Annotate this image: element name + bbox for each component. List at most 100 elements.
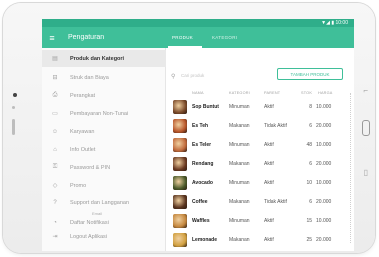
settings-sidebar: ▤ Produk dan Kategori ⊟ Struk dan Biaya …: [42, 48, 166, 251]
lock-icon: ⚿: [52, 164, 58, 170]
product-thumbnail: [173, 100, 187, 114]
product-category: Minuman: [229, 180, 250, 186]
tab-kategori[interactable]: KATEGORI: [212, 35, 237, 40]
app-screen: ▼◢ ▮ 10:00 ≡ Pengaturan PRODUK KATEGORI …: [42, 19, 354, 251]
product-name: Es Teler: [192, 142, 212, 148]
sidebar-item-pembayaran[interactable]: ▭ Pembayaran Non-Tunai: [42, 106, 166, 121]
table-row[interactable]: Es Teler Minuman Aktif 48 10.000: [167, 136, 354, 155]
product-stock: 48: [306, 142, 312, 148]
product-parent-status: Aktif: [264, 237, 274, 243]
product-thumbnail: [173, 176, 187, 190]
back-icon[interactable]: ▯: [364, 169, 368, 177]
product-parent-status: Aktif: [264, 142, 274, 148]
product-price: 20.000: [316, 123, 332, 129]
product-price: 10.000: [316, 142, 332, 148]
product-parent-status: Aktif: [264, 104, 274, 110]
home-button[interactable]: [362, 120, 370, 136]
sidebar-item-promo[interactable]: ◇ Promo: [42, 178, 166, 193]
product-category: Makanan: [229, 237, 250, 243]
product-parent-status: Aktif: [264, 218, 274, 224]
search-icon: ⚲: [171, 74, 176, 80]
product-parent-status: Tidak Aktif: [264, 199, 287, 205]
table-row[interactable]: Sop Buntut Minuman Aktif 8 10.000: [167, 98, 354, 117]
product-category: Minuman: [229, 142, 250, 148]
product-stock: 15: [306, 218, 312, 224]
product-name: Waffles: [192, 218, 210, 224]
table-row[interactable]: Coffee Makanan Tidak Aktif 6 20.000: [167, 193, 354, 212]
product-name: Coffee: [192, 199, 208, 205]
product-category: Makanan: [229, 161, 250, 167]
hamburger-menu-icon[interactable]: ≡: [42, 33, 62, 43]
status-indicators: ▼◢ ▮ 10:00: [321, 20, 348, 26]
recent-apps-icon[interactable]: ⌐: [363, 87, 368, 95]
add-product-button[interactable]: TAMBAH PRODUK: [277, 68, 343, 80]
product-price: 20.000: [316, 199, 332, 205]
help-icon: ?: [53, 200, 57, 206]
product-name: Sop Buntut: [192, 104, 219, 110]
product-stock: 6: [309, 123, 312, 129]
table-row[interactable]: Rendang Makanan Aktif 6 20.000: [167, 155, 354, 174]
product-price: 10.000: [316, 218, 332, 224]
product-price: 20.000: [316, 237, 332, 243]
sidebar-item-outlet[interactable]: ⌂ Info Outlet: [42, 142, 166, 157]
sidebar-item-password[interactable]: ⚿ Password & PIN: [42, 160, 166, 175]
sidebar-item-logout[interactable]: ⇥ Logout Aplikasi: [42, 230, 166, 243]
product-name: Es Teh: [192, 123, 209, 129]
status-bar: ▼◢ ▮ 10:00: [42, 19, 354, 27]
sidebar-item-struk[interactable]: ⊟ Struk dan Biaya: [42, 70, 166, 85]
product-stock: 6: [309, 161, 312, 167]
product-parent-status: Tidak Aktif: [264, 123, 287, 129]
sidebar-item-produk[interactable]: ▤ Produk dan Kategori: [42, 50, 166, 67]
search-input[interactable]: Cari produk: [181, 73, 204, 78]
product-stock: 8: [309, 104, 312, 110]
product-stock: 6: [309, 199, 312, 205]
product-thumbnail: [173, 233, 187, 247]
people-icon: ☺: [51, 128, 59, 135]
product-name: Rendang: [192, 161, 214, 167]
product-price: 10.000: [316, 180, 332, 186]
product-price: 10.000: [316, 104, 332, 110]
product-name: Avocado: [192, 180, 213, 186]
bell-icon: ◔: [53, 219, 57, 226]
column-header-parent[interactable]: PARENT: [264, 91, 280, 95]
printer-icon: ⎙: [52, 92, 58, 98]
table-row[interactable]: Waffles Minuman Aktif 15 10.000: [167, 212, 354, 231]
product-thumbnail: [173, 214, 187, 228]
product-parent-status: Aktif: [264, 161, 274, 167]
product-panel: ⚲ Cari produk TAMBAH PRODUK NAMA KATEGOR…: [167, 48, 354, 251]
product-category: Minuman: [229, 218, 250, 224]
column-header-harga[interactable]: HARGA: [318, 91, 333, 95]
volume-button: [12, 119, 15, 135]
page-title: Pengaturan: [68, 34, 105, 41]
table-row[interactable]: Avocado Minuman Aktif 10 10.000: [167, 174, 354, 193]
store-icon: ⌂: [53, 146, 57, 153]
sidebar-item-support[interactable]: ? Support dan Langganan: [42, 196, 166, 210]
product-thumbnail: [173, 157, 187, 171]
tab-produk[interactable]: PRODUK: [172, 35, 193, 40]
sidebar-item-notifikasi[interactable]: ◔ Daftar Notifikasi: [42, 216, 166, 229]
sensor-dot: [12, 106, 15, 109]
card-icon: ▭: [52, 111, 58, 117]
tablet-device: ⌐ ▯ ▼◢ ▮ 10:00 ≡ Pengaturan PRODUK KATEG…: [3, 3, 375, 253]
product-stock: 10: [306, 180, 312, 186]
product-category: Makanan: [229, 199, 250, 205]
column-header-kategori[interactable]: KATEGORI: [229, 91, 250, 95]
table-row[interactable]: Lemonade Makanan Aktif 25 20.000: [167, 231, 354, 250]
product-category: Minuman: [229, 104, 250, 110]
product-stock: 25: [306, 237, 312, 243]
app-bar: ≡ Pengaturan PRODUK KATEGORI: [42, 27, 354, 48]
product-thumbnail: [173, 119, 187, 133]
column-header-stok[interactable]: STOK: [301, 91, 312, 95]
column-header-nama[interactable]: NAMA: [192, 91, 204, 95]
table-row[interactable]: Es Teh Makanan Tidak Aktif 6 20.000: [167, 117, 354, 136]
sidebar-item-karyawan[interactable]: ☺ Karyawan: [42, 124, 166, 139]
logout-icon: ⇥: [52, 234, 58, 240]
product-name: Lemonade: [192, 237, 218, 243]
product-thumbnail: [173, 195, 187, 209]
scrollbar[interactable]: [350, 93, 352, 243]
product-price: 20.000: [316, 161, 332, 167]
sidebar-item-perangkat[interactable]: ⎙ Perangkat: [42, 88, 166, 103]
box-icon: ▤: [52, 56, 58, 62]
product-category: Makanan: [229, 123, 250, 129]
receipt-icon: ⊟: [52, 75, 58, 81]
